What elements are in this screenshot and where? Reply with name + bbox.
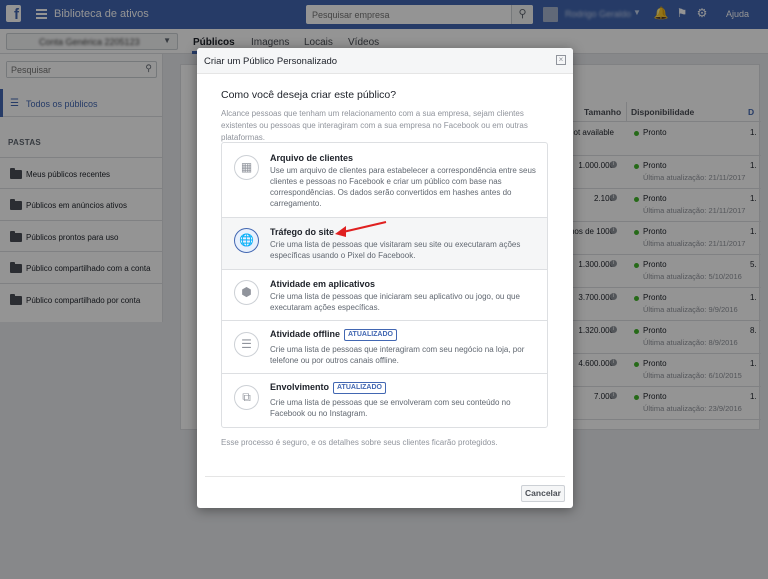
dialog-footer-divider	[205, 476, 565, 477]
security-footnote: Esse processo é seguro, e os detalhes so…	[221, 438, 498, 447]
option-description: Crie uma lista de pessoas que interagira…	[270, 345, 525, 365]
updated-badge: ATUALIZADO	[333, 382, 386, 394]
engagement-icon: ⧉	[234, 385, 259, 410]
dialog-title: Criar um Público Personalizado	[204, 56, 338, 67]
option-description: Crie uma lista de pessoas que se envolve…	[270, 398, 511, 418]
option-description: Use um arquivo de clientes para estabele…	[270, 166, 536, 208]
option-title-row: Atividade offline ATUALIZADO	[270, 329, 397, 341]
store-icon: ☰	[234, 332, 259, 357]
create-custom-audience-dialog: Criar um Público Personalizado × Como vo…	[197, 48, 573, 508]
option-offline-activity[interactable]: ☰ Atividade offline ATUALIZADO Crie uma l…	[222, 321, 547, 374]
option-customer-file[interactable]: ▦ Arquivo de clientes Use um arquivo de …	[222, 143, 547, 218]
option-title-row: Envolvimento ATUALIZADO	[270, 382, 386, 394]
dialog-intro: Alcance pessoas que tenham um relacionam…	[221, 109, 528, 142]
option-engagement[interactable]: ⧉ Envolvimento ATUALIZADO Crie uma lista …	[222, 374, 547, 427]
customer-file-icon: ▦	[234, 155, 259, 180]
dialog-question: Como você deseja criar este público?	[221, 89, 397, 101]
option-title: Arquivo de clientes	[270, 153, 354, 163]
dialog-header: Criar um Público Personalizado ×	[197, 48, 573, 74]
option-title: Atividade em aplicativos	[270, 279, 376, 289]
audience-source-options: ▦ Arquivo de clientes Use um arquivo de …	[221, 142, 548, 428]
cube-icon: ⬢	[234, 280, 259, 305]
updated-badge: ATUALIZADO	[344, 329, 397, 341]
option-description: Crie uma lista de pessoas que iniciaram …	[270, 292, 520, 312]
option-title: Envolvimento	[270, 382, 330, 392]
globe-icon: 🌐	[234, 228, 259, 253]
option-app-activity[interactable]: ⬢ Atividade em aplicativos Crie uma list…	[222, 270, 547, 321]
cancel-button[interactable]: Cancelar	[521, 485, 565, 502]
option-description: Crie uma lista de pessoas que visitaram …	[270, 240, 521, 260]
close-icon[interactable]: ×	[556, 55, 566, 65]
option-title: Tráfego do site	[270, 227, 335, 237]
option-title: Atividade offline	[270, 329, 341, 339]
annotation-arrow-icon	[335, 221, 387, 237]
